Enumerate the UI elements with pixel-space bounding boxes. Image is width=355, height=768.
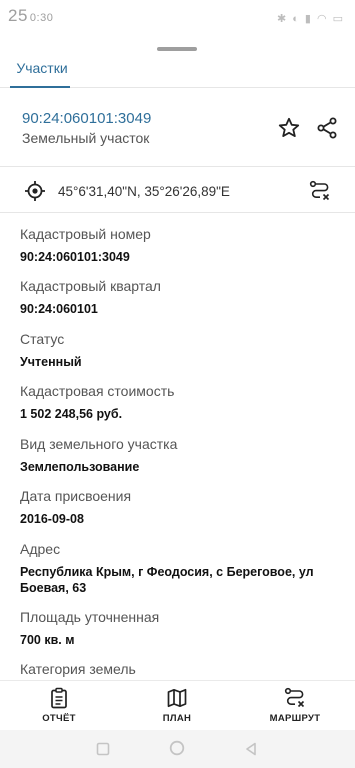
route-icon[interactable] bbox=[309, 180, 331, 202]
battery-icon: ▭ bbox=[332, 13, 343, 25]
field-value: 1 502 248,56 руб. bbox=[20, 407, 123, 421]
nav-plan-button[interactable]: ПЛАН bbox=[132, 687, 222, 724]
field-assignment-date: Дата присвоения 2016-09-08 bbox=[20, 488, 350, 527]
status-icons: ✱ ◐ ▮ ◠ ▭ bbox=[277, 12, 343, 26]
favorite-star-icon[interactable] bbox=[277, 116, 301, 140]
parcel-actions bbox=[277, 116, 339, 140]
field-area: Площадь уточненная 700 кв. м bbox=[20, 609, 350, 648]
tab-bar: Участки bbox=[0, 52, 355, 88]
field-value: 700 кв. м bbox=[20, 633, 75, 647]
field-value: Учтенный bbox=[20, 355, 82, 369]
field-label: Дата присвоения bbox=[20, 488, 132, 504]
field-value: 90:24:060101:3049 bbox=[20, 250, 130, 264]
field-label: Адрес bbox=[20, 541, 61, 557]
parcel-number: 90:24:060101:3049 bbox=[22, 110, 152, 127]
field-cadastral-value: Кадастровая стоимость 1 502 248,56 руб. bbox=[20, 383, 350, 422]
field-label: Категория земель bbox=[20, 661, 136, 677]
field-cadastral-number: Кадастровый номер 90:24:060101:3049 bbox=[20, 226, 350, 265]
nav-plan-label: ПЛАН bbox=[162, 713, 192, 724]
field-value: 90:24:060101 bbox=[20, 302, 98, 316]
field-address: Адрес Республика Крым, г Феодосия, с Бер… bbox=[20, 541, 350, 596]
nav-report-label: ОТЧЁТ bbox=[42, 713, 76, 724]
field-label: Статус bbox=[20, 331, 65, 347]
bluetooth-icon: ✱ bbox=[277, 13, 287, 25]
field-land-category: Категория земель bbox=[20, 661, 350, 677]
nav-route-label: МАРШРУТ bbox=[269, 713, 321, 724]
map-icon bbox=[166, 687, 188, 709]
field-label: Вид земельного участка bbox=[20, 436, 178, 452]
tab-parcels-label: Участки bbox=[16, 60, 68, 76]
signal-icon: ▮ bbox=[304, 13, 311, 25]
system-nav-bar bbox=[0, 730, 355, 768]
recent-apps-icon[interactable] bbox=[96, 742, 110, 761]
parcel-type: Земельный участок bbox=[22, 130, 150, 146]
field-label: Кадастровый номер bbox=[20, 226, 151, 242]
coordinates-text: 45°6'31,40"N, 35°26'26,89"E bbox=[58, 184, 230, 199]
nav-route-button[interactable]: МАРШРУТ bbox=[250, 687, 340, 724]
field-cadastral-quarter: Кадастровый квартал 90:24:060101 bbox=[20, 278, 350, 317]
back-icon[interactable] bbox=[244, 742, 258, 761]
tab-active-indicator bbox=[10, 86, 70, 88]
divider bbox=[0, 212, 355, 213]
locate-target-icon[interactable] bbox=[24, 180, 46, 202]
report-icon bbox=[48, 687, 70, 709]
field-label: Кадастровая стоимость bbox=[20, 383, 175, 399]
field-label: Площадь уточненная bbox=[20, 609, 160, 625]
field-status: Статус Учтенный bbox=[20, 331, 350, 370]
field-value: 2016-09-08 bbox=[20, 512, 84, 526]
bottom-nav: ОТЧЁТ ПЛАН МАРШРУТ bbox=[0, 680, 355, 730]
status-time-hour: 25 bbox=[8, 6, 28, 25]
home-icon[interactable] bbox=[169, 740, 185, 761]
route-icon bbox=[284, 687, 306, 709]
status-time-minutes: 0:30 bbox=[29, 12, 54, 24]
field-value: Землепользование bbox=[20, 460, 140, 474]
coordinates-row: 45°6'31,40"N, 35°26'26,89"E bbox=[0, 170, 355, 210]
field-label: Кадастровый квартал bbox=[20, 278, 161, 294]
divider bbox=[0, 166, 355, 167]
field-value: Республика Крым, г Феодосия, с Береговое… bbox=[20, 565, 314, 595]
wifi-icon: ◠ bbox=[316, 13, 327, 25]
field-land-type: Вид земельного участка Землепользование bbox=[20, 436, 350, 475]
share-icon[interactable] bbox=[315, 116, 339, 140]
sheet-drag-handle[interactable] bbox=[157, 47, 197, 51]
nav-report-button[interactable]: ОТЧЁТ bbox=[14, 687, 104, 724]
parcel-header: 90:24:060101:3049 Земельный участок bbox=[22, 110, 151, 146]
mute-icon: ◐ bbox=[292, 12, 299, 25]
tab-parcels[interactable]: Участки bbox=[14, 52, 70, 88]
status-time: 25 0:30 bbox=[8, 6, 53, 26]
status-bar: 25 0:30 ✱ ◐ ▮ ◠ ▭ bbox=[0, 0, 355, 38]
